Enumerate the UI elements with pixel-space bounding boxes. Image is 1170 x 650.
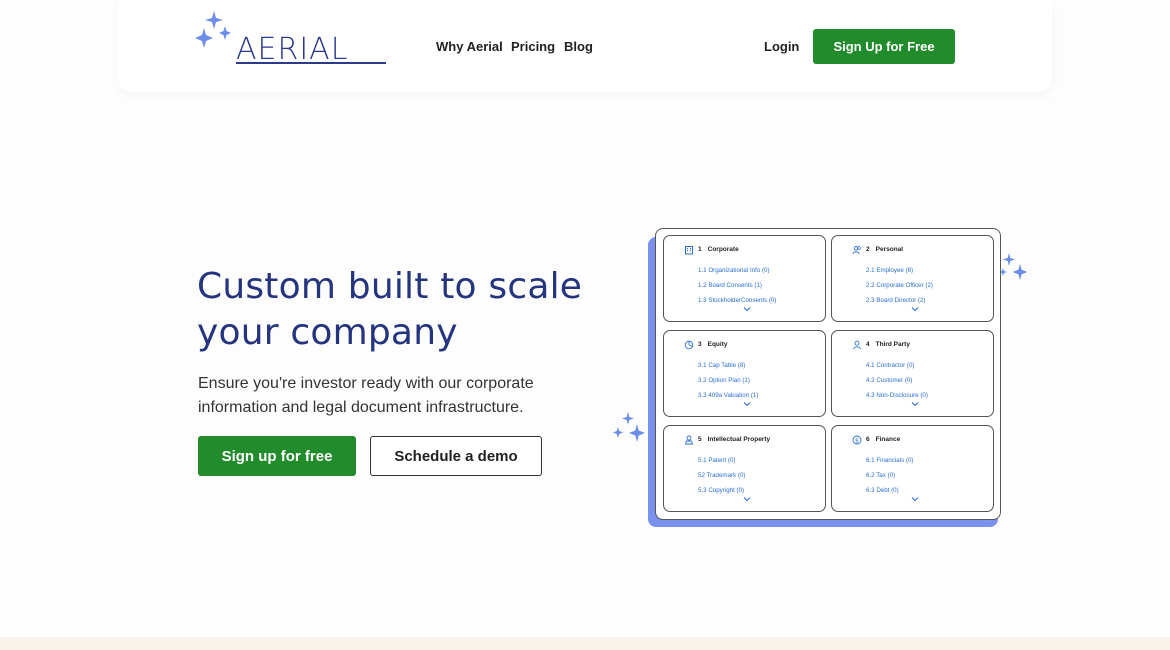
category-title: Personal bbox=[875, 246, 904, 253]
category-heading: 3 Equity bbox=[698, 340, 728, 350]
hero-subtitle-line-1: Ensure you're investor ready with our co… bbox=[198, 375, 534, 392]
category-number: 4 bbox=[866, 341, 870, 348]
chevron-down-icon[interactable] bbox=[911, 401, 919, 407]
category-title: Corporate bbox=[707, 246, 739, 253]
category-item[interactable]: 1.2 Board Consents (1) bbox=[698, 281, 762, 290]
hero-title: Custom built to scale your company bbox=[197, 264, 597, 356]
sparkle-top-right-icon bbox=[999, 253, 1027, 280]
category-item[interactable]: 2.3 Board Director (2) bbox=[866, 296, 926, 305]
stamp-icon bbox=[684, 435, 694, 445]
signup-free-button[interactable]: Sign up for free bbox=[198, 436, 356, 476]
next-section-band bbox=[0, 637, 1170, 650]
category-title: Finance bbox=[875, 436, 901, 443]
brand-logo-underline bbox=[236, 62, 386, 64]
category-number: 3 bbox=[698, 341, 702, 348]
person-icon bbox=[853, 340, 861, 350]
category-item[interactable]: 3.2 Option Plan (1) bbox=[698, 376, 750, 385]
hero-subtitle-line-2: information and legal document infrastru… bbox=[198, 399, 524, 416]
chevron-down-icon[interactable] bbox=[911, 306, 919, 312]
category-item[interactable]: 1.3 StockholderConsents (0) bbox=[698, 296, 776, 305]
nav-login-link[interactable]: Login bbox=[764, 38, 799, 56]
svg-text:$: $ bbox=[855, 437, 859, 444]
category-item[interactable]: 3.3 409a Valuation (1) bbox=[698, 391, 758, 400]
category-number: 1 bbox=[698, 246, 702, 253]
category-card-intellectual-property[interactable]: 5 Intellectual Property 5.1 Patent (0) 52… bbox=[663, 425, 826, 512]
dollar-coin-icon: $ bbox=[852, 435, 862, 445]
schedule-demo-button[interactable]: Schedule a demo bbox=[370, 436, 542, 476]
category-item[interactable]: 3.1 Cap Table (8) bbox=[698, 361, 745, 370]
chevron-down-icon[interactable] bbox=[743, 496, 751, 502]
nav-link-blog[interactable]: Blog bbox=[564, 38, 593, 56]
category-number: 5 bbox=[698, 436, 702, 443]
chevron-down-icon[interactable] bbox=[743, 401, 751, 407]
category-item[interactable]: 2.1 Employee (6) bbox=[866, 266, 913, 275]
category-heading: 4 Third Party bbox=[866, 340, 910, 350]
category-card-equity[interactable]: 3 Equity 3.1 Cap Table (8) 3.2 Option Pla… bbox=[663, 330, 826, 417]
hero-subtitle: Ensure you're investor ready with our co… bbox=[198, 372, 588, 420]
category-card-personal[interactable]: 2 Personal 2.1 Employee (6) 2.2 Corporate… bbox=[831, 235, 994, 322]
building-icon bbox=[685, 246, 693, 255]
category-item[interactable]: 4.1 Contractor (0) bbox=[866, 361, 915, 370]
category-number: 2 bbox=[866, 246, 870, 253]
category-card-third-party[interactable]: 4 Third Party 4.1 Contractor (0) 4.2 Cust… bbox=[831, 330, 994, 417]
nav-signup-button[interactable]: Sign Up for Free bbox=[813, 29, 955, 64]
category-title: Third Party bbox=[875, 341, 910, 348]
chevron-down-icon[interactable] bbox=[911, 496, 919, 502]
category-item[interactable]: 1.1 Organizational Info (0) bbox=[698, 266, 770, 275]
category-title: Intellectual Property bbox=[707, 436, 771, 443]
category-heading: 1 Corporate bbox=[698, 245, 739, 255]
category-card-finance[interactable]: $ 6 Finance 6.1 Financials (0) 6.2 Tax (0… bbox=[831, 425, 994, 512]
category-item[interactable]: 5.1 Patent (0) bbox=[698, 456, 736, 465]
category-item[interactable]: 5.3 Copyright (0) bbox=[698, 486, 744, 495]
category-item[interactable]: 4.2 Customer (0) bbox=[866, 376, 912, 385]
category-item[interactable]: 4.3 Non-Disclosure (0) bbox=[866, 391, 928, 400]
category-item[interactable]: 6.2 Tax (0) bbox=[866, 471, 895, 480]
chevron-down-icon[interactable] bbox=[743, 306, 751, 312]
category-number: 6 bbox=[866, 436, 870, 443]
people-icon bbox=[852, 246, 861, 255]
category-item[interactable]: 52 Trademark (0) bbox=[698, 471, 745, 480]
pie-chart-icon bbox=[684, 340, 694, 350]
category-item[interactable]: 2.2 Corporate Officer (2) bbox=[866, 281, 933, 290]
hero-title-line-2: your company bbox=[197, 312, 458, 353]
category-item[interactable]: 6.3 Debt (0) bbox=[866, 486, 899, 495]
category-item[interactable]: 6.1 Financials (0) bbox=[866, 456, 913, 465]
nav-link-why-aerial[interactable]: Why Aerial bbox=[436, 38, 503, 56]
category-title: Equity bbox=[707, 341, 728, 348]
sparkle-left-icon bbox=[613, 412, 645, 442]
category-heading: 2 Personal bbox=[866, 245, 903, 255]
category-heading: 6 Finance bbox=[866, 435, 900, 445]
category-heading: 5 Intellectual Property bbox=[698, 435, 770, 445]
category-card-corporate[interactable]: 1 Corporate 1.1 Organizational Info (0) 1… bbox=[663, 235, 826, 322]
hero-title-line-1: Custom built to scale bbox=[197, 266, 583, 307]
nav-link-pricing[interactable]: Pricing bbox=[511, 38, 555, 56]
